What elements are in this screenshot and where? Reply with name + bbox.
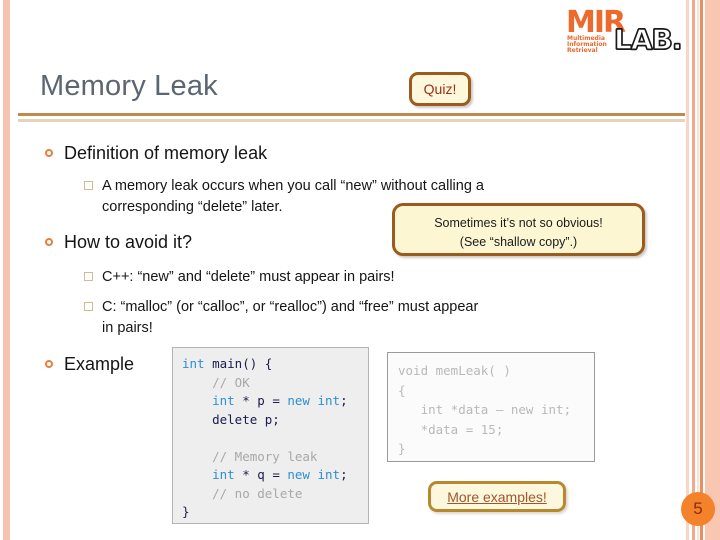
page-title: Memory Leak — [40, 70, 218, 102]
left-edge-stripe — [3, 0, 10, 540]
bullet-definition-heading: Definition of memory leak — [45, 143, 267, 164]
code-main-line7-int: int — [182, 467, 235, 482]
bullet-avoid-cpp: C++: “new” and “delete” must appear in p… — [84, 267, 644, 288]
right-edge-stripe-4 — [700, 0, 703, 540]
mir-lab-logo: MIR Multimedia Information Retrieval LAB… — [566, 8, 686, 56]
right-edge-stripe-5 — [705, 0, 720, 540]
right-edge-stripe-3 — [697, 0, 699, 540]
code-block-secondary: void memLeak( ) { int *data – new int; *… — [387, 352, 595, 462]
code-main-line3-int: int — [182, 393, 235, 408]
bullet-circle-icon — [45, 149, 53, 157]
code-comment-no-delete: // no delete — [182, 485, 303, 501]
callout-line-1: Sometimes it’s not so obvious! — [434, 216, 603, 230]
bullet-definition-heading-label: Definition of memory leak — [64, 143, 268, 163]
title-divider-light — [18, 119, 685, 122]
quiz-button[interactable]: Quiz! — [409, 72, 471, 106]
bullet-definition-text-line1: A memory leak occurs when you call “new”… — [102, 178, 484, 194]
right-edge-stripe-2 — [692, 0, 695, 540]
code-block-main: int main() { // OK int * p = new int; de… — [172, 347, 369, 524]
code-main-line3-semi: ; — [340, 393, 348, 408]
code-main-line3-new: new — [287, 393, 310, 408]
bullet-square-icon — [84, 302, 93, 311]
slide-canvas: MIR Multimedia Information Retrieval LAB… — [0, 0, 720, 540]
bullet-avoid-c-line1: C: “malloc” (or “calloc”, or “realloc”) … — [102, 299, 479, 315]
code-main-line3-var: * p = — [234, 393, 288, 408]
bullet-avoid-heading-label: How to avoid it? — [64, 232, 193, 252]
logo-subtitle-text: Multimedia Information Retrieval — [567, 35, 607, 55]
code-main-line9: } — [182, 504, 190, 519]
bullet-avoid-c: C: “malloc” (or “calloc”, or “realloc”) … — [84, 297, 654, 339]
callout-line-2: (See “shallow copy”.) — [459, 235, 578, 249]
code-main-line7-semi: ; — [340, 467, 348, 482]
bullet-example-heading-label: Example — [64, 354, 135, 374]
code-keyword-int: int — [182, 356, 205, 371]
bullet-avoid-cpp-label: C++: “new” and “delete” must appear in p… — [102, 269, 395, 285]
bullet-square-icon — [84, 181, 93, 190]
logo-lab-text: LAB. — [613, 23, 683, 56]
more-examples-link[interactable]: More examples! — [428, 481, 566, 512]
bullet-avoid-heading: How to avoid it? — [45, 232, 192, 253]
right-edge-stripe-1 — [686, 0, 689, 540]
code-comment-memory-leak: // Memory leak — [182, 448, 318, 464]
bullet-circle-icon — [45, 238, 53, 246]
bullet-square-icon — [84, 272, 93, 281]
bullet-example-heading: Example — [45, 354, 134, 375]
code-main-line7-new: new — [287, 467, 310, 482]
code-comment-ok: // OK — [182, 374, 250, 390]
code-main-line7-type: int — [309, 467, 341, 482]
bullet-circle-icon — [45, 360, 53, 368]
slide-number-badge: 5 — [681, 492, 715, 526]
code-main-line1-rest: main() { — [204, 356, 273, 371]
code-main-line4: delete p; — [182, 411, 280, 427]
callout-note: Sometimes it’s not so obvious! (See “sha… — [392, 203, 645, 256]
code-main-line7-var: * q = — [234, 467, 288, 482]
title-divider-dark — [18, 113, 685, 116]
bullet-avoid-c-line2: in pairs! — [102, 320, 153, 336]
code-main-line3-type: int — [309, 393, 341, 408]
